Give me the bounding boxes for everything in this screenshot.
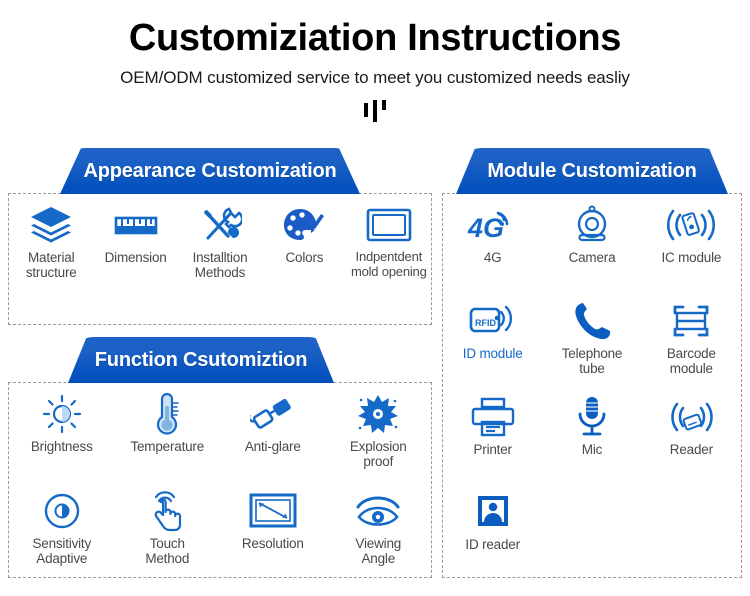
item-dimension[interactable]: Dimension xyxy=(93,194,177,324)
divider-bars-icon xyxy=(0,88,750,122)
item-label: Resolution xyxy=(241,536,304,551)
item-label: IC module xyxy=(661,250,722,265)
box-module: 4G 4G Camera IC module RFID ID module Te… xyxy=(442,193,742,578)
item-label: Installtion Methods xyxy=(192,250,248,281)
item-mic[interactable]: Mic xyxy=(542,386,641,482)
ruler-icon xyxy=(113,202,159,248)
box-appearance: Material structure Dimension Installtion… xyxy=(8,193,432,325)
item-reader[interactable]: Reader xyxy=(642,386,741,482)
microphone-icon xyxy=(575,394,609,440)
item-label: Touch Method xyxy=(145,536,190,567)
item-printer[interactable]: Printer xyxy=(443,386,542,482)
palette-icon xyxy=(282,202,326,248)
item-label: Explosion proof xyxy=(349,439,407,470)
item-label: Colors xyxy=(285,250,324,265)
item-label: 4G xyxy=(483,250,502,265)
item-label: ID reader xyxy=(465,537,520,553)
item-label: Dimension xyxy=(104,250,167,265)
item-colors[interactable]: Colors xyxy=(262,194,346,324)
banner-module: Module Customization xyxy=(456,148,728,194)
item-label: Telephone tube xyxy=(561,345,623,376)
svg-text:RFID: RFID xyxy=(475,318,496,328)
item-label: ID module xyxy=(462,345,523,361)
ic-module-icon xyxy=(663,202,719,248)
banner-function: Function Csutomiztion xyxy=(68,337,334,383)
card-reader-icon xyxy=(665,394,717,440)
layers-icon xyxy=(29,202,73,248)
panel-function: Function Csutomiztion xyxy=(8,337,432,383)
telephone-handset-icon xyxy=(571,298,613,344)
tools-icon xyxy=(198,202,242,248)
grid-function: Brightness Temperature Anti-glare Explos… xyxy=(9,383,431,577)
item-id-reader[interactable]: ID reader xyxy=(443,481,542,577)
item-label: Mic xyxy=(581,441,603,457)
page-title: Customiziation Instructions xyxy=(128,17,622,59)
item-installation-methods[interactable]: Installtion Methods xyxy=(178,194,262,324)
item-sensitivity-adaptive[interactable]: Sensitivity Adaptive xyxy=(9,480,115,577)
item-label: Printer xyxy=(473,441,512,457)
item-label: Brightness xyxy=(30,439,93,454)
item-ic-module[interactable]: IC module xyxy=(642,194,741,290)
item-label: Camera xyxy=(568,250,616,265)
banner-function-label: Function Csutomiztion xyxy=(94,348,308,371)
4g-signal-icon: 4G xyxy=(466,202,520,248)
barcode-scanner-icon xyxy=(670,298,712,344)
item-label: Reader xyxy=(669,441,713,457)
id-photo-icon xyxy=(473,489,513,535)
item-label: Barcode module xyxy=(666,345,716,376)
item-anti-glare[interactable]: Anti-glare xyxy=(220,383,326,480)
touch-hand-icon xyxy=(146,488,188,534)
grid-empty-cell xyxy=(542,481,641,577)
customization-instructions-page: Customiziation Instructions OEM/ODM cust… xyxy=(0,0,750,596)
item-temperature[interactable]: Temperature xyxy=(115,383,221,480)
item-telephone-tube[interactable]: Telephone tube xyxy=(542,290,641,386)
rfid-card-icon: RFID xyxy=(468,298,518,344)
thermometer-icon xyxy=(149,391,185,437)
banner-appearance: Appearance Customization xyxy=(60,148,360,194)
page-subtitle: OEM/ODM customized service to meet you c… xyxy=(120,67,630,87)
item-brightness[interactable]: Brightness xyxy=(9,383,115,480)
item-4g[interactable]: 4G 4G xyxy=(443,194,542,290)
item-touch-method[interactable]: Touch Method xyxy=(115,480,221,577)
glasses-icon xyxy=(249,391,296,437)
explosion-proof-icon xyxy=(355,391,401,437)
item-label: Anti-glare xyxy=(244,439,301,454)
sensitivity-circle-icon xyxy=(41,488,83,534)
grid-empty-cell xyxy=(642,481,741,577)
item-viewing-angle[interactable]: Viewing Angle xyxy=(326,480,432,577)
item-label: Temperature xyxy=(130,439,205,454)
item-label: Viewing Angle xyxy=(355,536,402,567)
item-resolution[interactable]: Resolution xyxy=(220,480,326,577)
brightness-sun-icon xyxy=(40,391,84,437)
item-camera[interactable]: Camera xyxy=(542,194,641,290)
grid-module: 4G 4G Camera IC module RFID ID module Te… xyxy=(443,194,741,577)
item-barcode-module[interactable]: Barcode module xyxy=(642,290,741,386)
item-label: Sensitivity Adaptive xyxy=(32,536,92,567)
item-label: Indpentdent mold opening xyxy=(350,249,427,279)
svg-text:4G: 4G xyxy=(467,213,504,243)
page-header: Customiziation Instructions OEM/ODM cust… xyxy=(0,0,750,122)
mold-frame-icon xyxy=(365,202,413,248)
item-material-structure[interactable]: Material structure xyxy=(9,194,93,324)
item-label: Material structure xyxy=(25,250,77,281)
eye-icon xyxy=(354,488,402,534)
grid-appearance: Material structure Dimension Installtion… xyxy=(9,194,431,324)
panel-module: Module Customization xyxy=(442,148,742,194)
resolution-screen-icon xyxy=(248,488,298,534)
panel-appearance: Appearance Customization xyxy=(8,148,432,194)
item-explosion-proof[interactable]: Explosion proof xyxy=(326,383,432,480)
box-function: Brightness Temperature Anti-glare Explos… xyxy=(8,382,432,578)
banner-appearance-label: Appearance Customization xyxy=(83,159,337,182)
printer-icon xyxy=(471,394,515,440)
item-independent-mold-opening[interactable]: Indpentdent mold opening xyxy=(347,194,431,324)
item-id-module[interactable]: RFID ID module xyxy=(443,290,542,386)
camera-icon xyxy=(572,202,612,248)
banner-module-label: Module Customization xyxy=(487,159,697,182)
